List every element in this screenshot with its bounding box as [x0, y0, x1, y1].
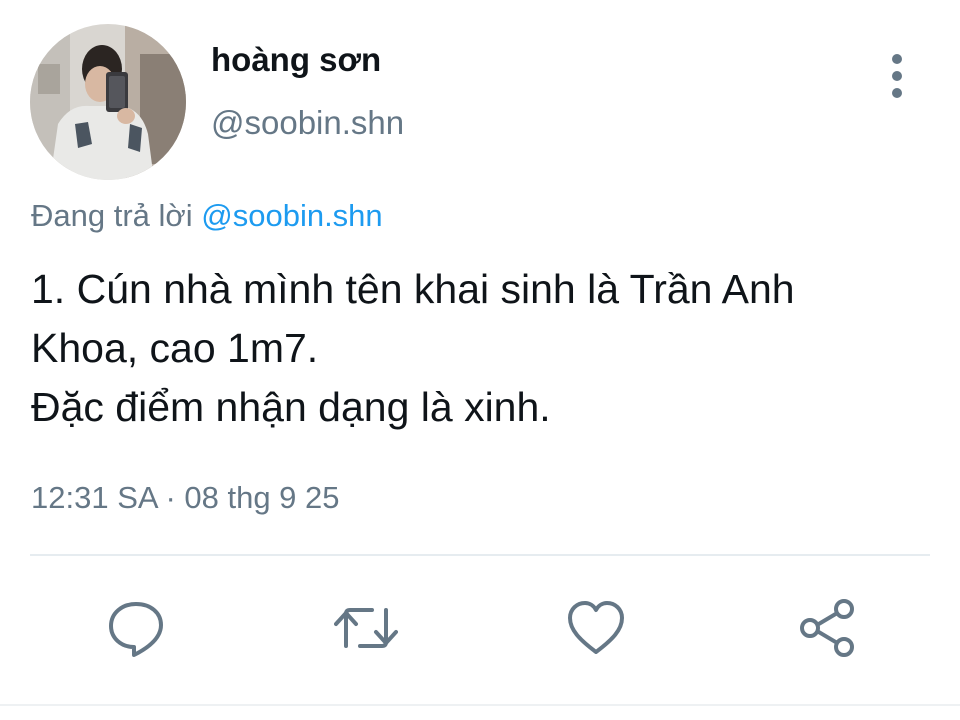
- tweet-timestamp[interactable]: 12:31 SA · 08 thg 9 25: [31, 478, 340, 518]
- tweet-text-line: 1. Cún nhà mình tên khai sinh là Trần An…: [31, 266, 795, 312]
- retweet-button[interactable]: [334, 596, 398, 660]
- display-name[interactable]: hoàng sơn: [211, 40, 381, 80]
- retweet-icon: [334, 608, 398, 648]
- replying-to-label: Đang trả lời: [31, 198, 193, 233]
- replying-to-mention[interactable]: @soobin.shn: [201, 198, 382, 233]
- heart-icon: [568, 601, 624, 654]
- tweet-text-line: Đặc điểm nhận dạng là xinh.: [31, 384, 551, 430]
- bottom-divider: [0, 704, 960, 706]
- share-icon: [800, 599, 854, 657]
- reply-button[interactable]: [104, 596, 168, 660]
- tweet-detail: hoàng sơn @soobin.shn Đang trả lời @soob…: [0, 0, 960, 720]
- tweet-text-line: Khoa, cao 1m7.: [31, 325, 319, 371]
- tweet-text: 1. Cún nhà mình tên khai sinh là Trần An…: [31, 260, 931, 437]
- more-dot: [892, 54, 902, 64]
- avatar[interactable]: [30, 24, 186, 180]
- share-button[interactable]: [796, 596, 860, 660]
- action-bar: [0, 596, 960, 660]
- like-button[interactable]: [564, 596, 628, 660]
- more-dot: [892, 71, 902, 81]
- more-options-icon[interactable]: [880, 54, 914, 98]
- replying-to: Đang trả lời @soobin.shn: [31, 196, 383, 236]
- reply-icon: [109, 602, 163, 657]
- user-handle[interactable]: @soobin.shn: [211, 103, 404, 143]
- more-dot: [892, 88, 902, 98]
- divider: [30, 554, 930, 556]
